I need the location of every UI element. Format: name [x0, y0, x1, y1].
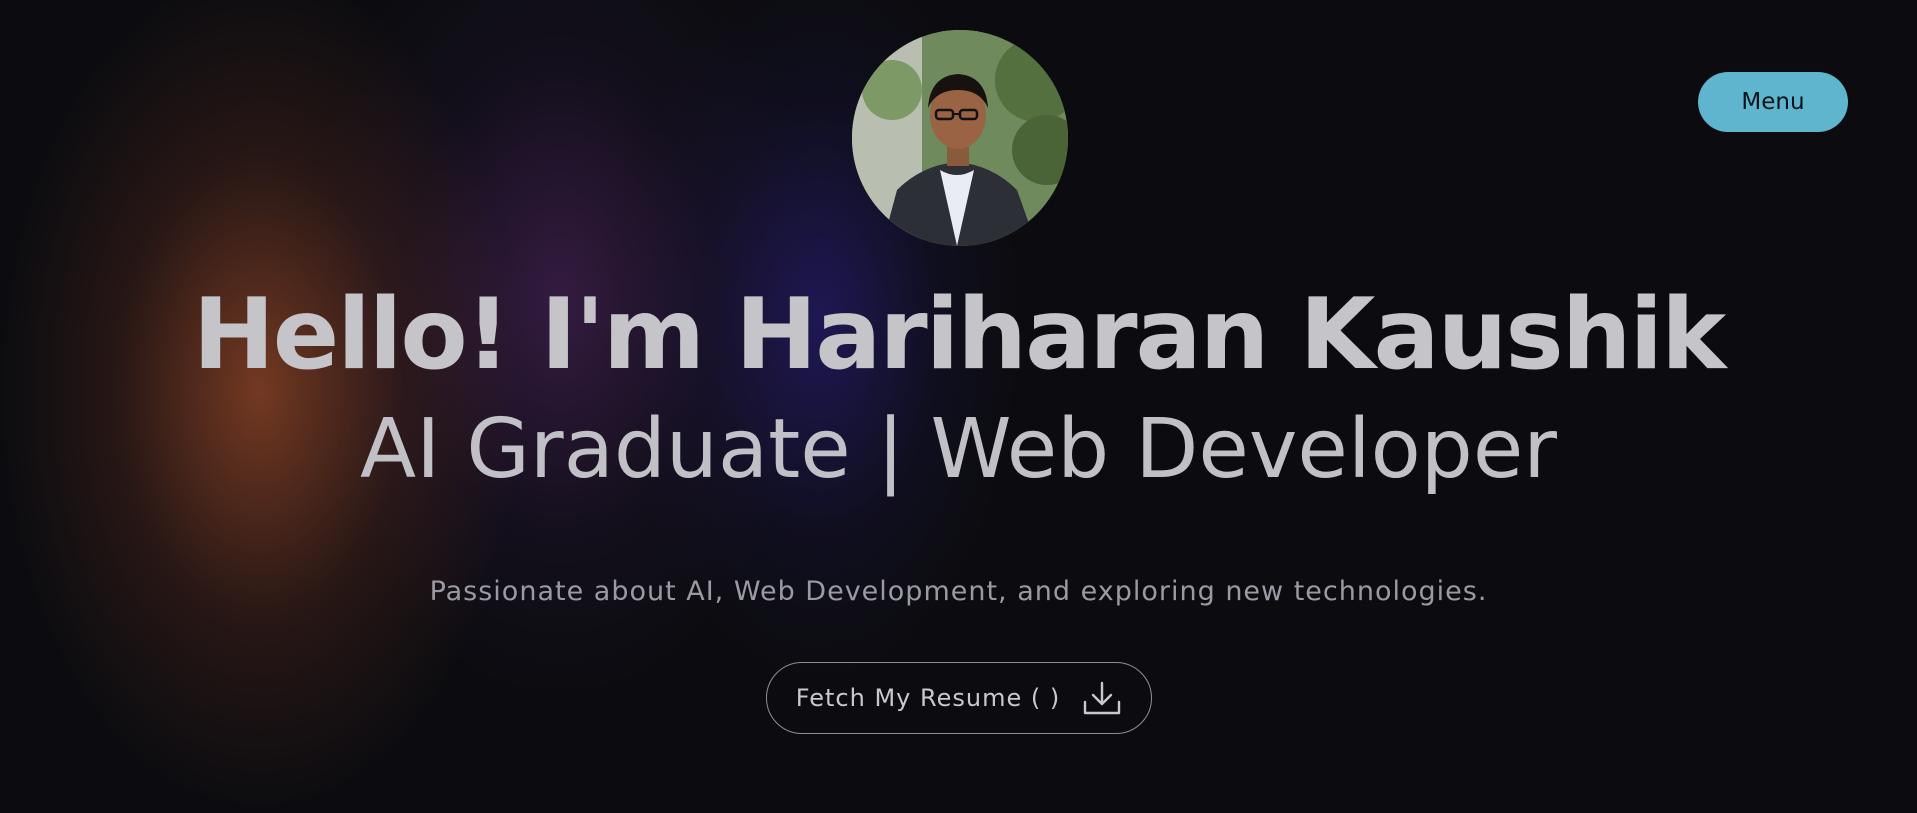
hero-subheadline: AI Graduate | Web Developer — [359, 402, 1558, 497]
menu-button[interactable]: Menu — [1698, 72, 1848, 132]
hero-page: Menu Hello! I'm Hariharan Kaushik AI Gra… — [0, 0, 1917, 813]
hero-headline: Hello! I'm Hariharan Kaushik — [192, 278, 1727, 392]
hero-tagline: Passionate about AI, Web Development, an… — [429, 576, 1488, 607]
resume-button-label: Fetch My Resume ( ) — [795, 684, 1061, 712]
profile-photo — [852, 30, 1068, 246]
fetch-resume-button[interactable]: Fetch My Resume ( ) — [766, 662, 1152, 734]
download-icon — [1082, 680, 1122, 716]
